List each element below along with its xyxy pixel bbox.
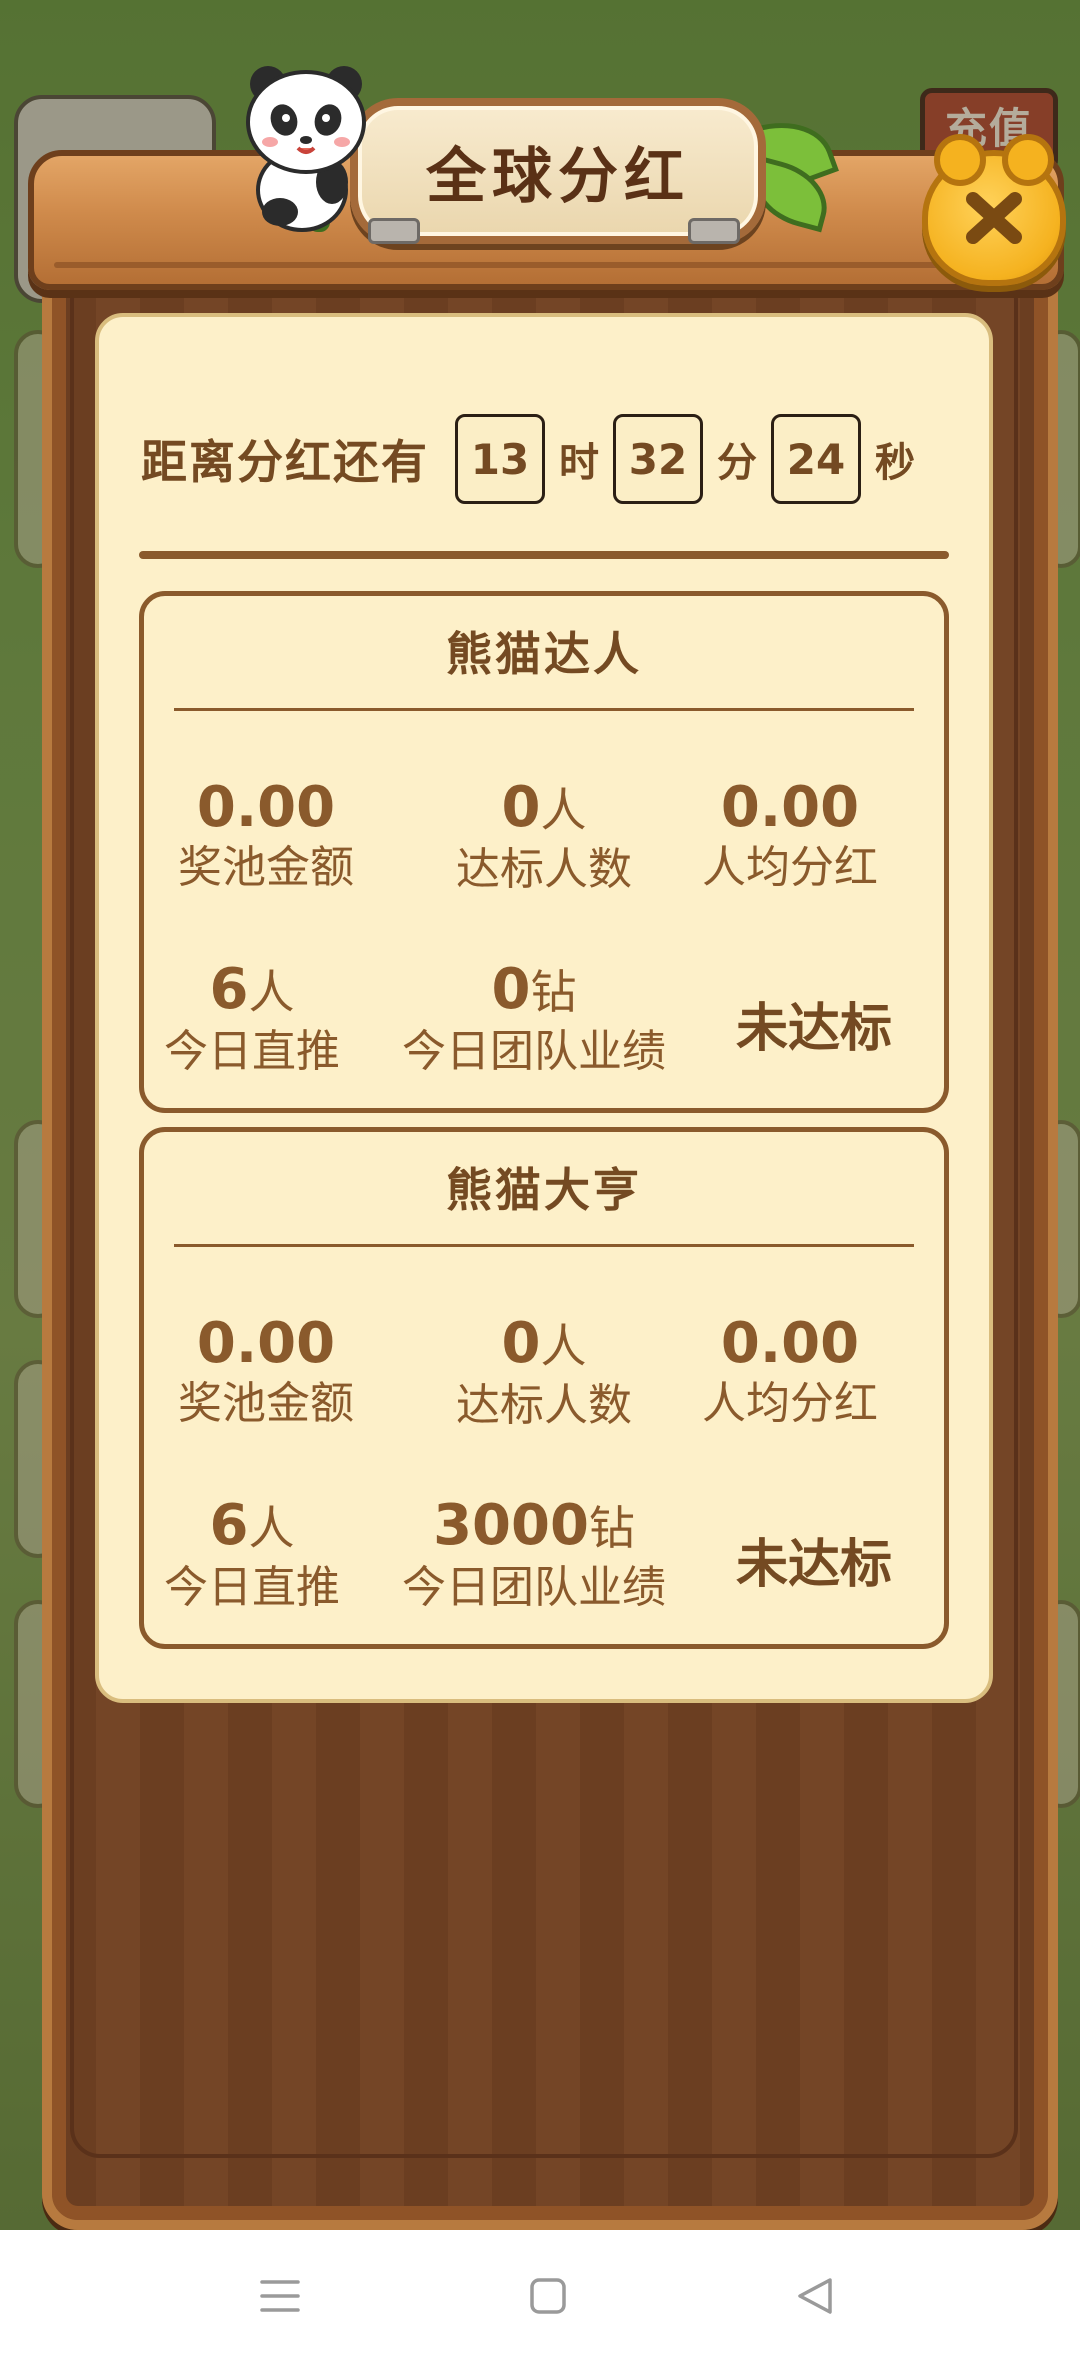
per-person-stat: 0.00 人均分红 <box>660 776 920 896</box>
team-performance-stat: 0钻 今日团队业绩 <box>389 958 679 1080</box>
countdown-label: 距离分红还有 <box>141 435 429 489</box>
qualified-count-label: 达标人数 <box>456 844 632 895</box>
direct-push-label: 今日直推 <box>164 1026 340 1077</box>
qualified-count-value: 0人 <box>501 775 587 840</box>
nav-home-button[interactable] <box>488 2230 608 2362</box>
qualified-count-stat: 0人 达标人数 <box>414 1312 674 1434</box>
hours-unit: 时 <box>559 440 599 486</box>
team-performance-label: 今日团队业绩 <box>402 1026 666 1077</box>
tier-panel-panda-tycoon: 熊猫大亨 0.00 奖池金额 0人 达标人数 0.00 人均分红 6人 今日直推… <box>139 1127 949 1649</box>
countdown-seconds: 24 <box>771 414 861 504</box>
modal-title: 全球分红 <box>426 141 690 212</box>
qualification-status: 未达标 <box>735 999 892 1059</box>
square-home-icon <box>530 2278 566 2314</box>
pool-amount-value: 0.00 <box>196 1311 336 1376</box>
close-button-ear <box>1002 134 1054 186</box>
pool-amount-stat: 0.00 奖池金额 <box>136 776 396 896</box>
close-x-icon <box>966 192 1022 244</box>
direct-push-stat: 6人 今日直推 <box>122 958 382 1080</box>
countdown-row: 距离分红还有 13 时 32 分 24 秒 <box>141 413 929 505</box>
per-person-value: 0.00 <box>720 1311 860 1376</box>
panda-mascot-icon <box>246 66 366 232</box>
menu-lines-icon <box>260 2280 300 2312</box>
tier-title-divider <box>174 708 914 711</box>
direct-push-label: 今日直推 <box>164 1562 340 1613</box>
qualified-count-value: 0人 <box>501 1311 587 1376</box>
pool-amount-label: 奖池金额 <box>178 1378 354 1429</box>
team-performance-value: 0钻 <box>491 957 577 1022</box>
direct-push-value: 6人 <box>209 957 295 1022</box>
qualified-count-stat: 0人 达标人数 <box>414 776 674 898</box>
tier-title: 熊猫大亨 <box>446 1163 642 1217</box>
tier-title-divider <box>174 1244 914 1247</box>
per-person-value: 0.00 <box>720 775 860 840</box>
per-person-label: 人均分红 <box>702 1378 878 1429</box>
per-person-stat: 0.00 人均分红 <box>660 1312 920 1432</box>
team-performance-stat: 3000钻 今日团队业绩 <box>389 1494 679 1616</box>
countdown-minutes: 32 <box>613 414 703 504</box>
per-person-label: 人均分红 <box>702 842 878 893</box>
qualified-count-label: 达标人数 <box>456 1380 632 1431</box>
section-divider <box>139 551 949 559</box>
qualification-status: 未达标 <box>735 1535 892 1595</box>
pool-amount-value: 0.00 <box>196 775 336 840</box>
dividend-card: 距离分红还有 13 时 32 分 24 秒 熊猫达人 0.00 奖池金额 0人 … <box>95 313 993 1703</box>
sign-clip <box>688 218 740 244</box>
minutes-unit: 分 <box>717 440 757 486</box>
team-performance-value: 3000钻 <box>433 1493 635 1558</box>
seconds-unit: 秒 <box>875 440 915 486</box>
tier-title: 熊猫达人 <box>446 627 642 681</box>
direct-push-stat: 6人 今日直推 <box>122 1494 382 1616</box>
pool-amount-stat: 0.00 奖池金额 <box>136 1312 396 1432</box>
pool-amount-label: 奖池金额 <box>178 842 354 893</box>
nav-menu-button[interactable] <box>220 2230 340 2362</box>
countdown-hours: 13 <box>455 414 545 504</box>
triangle-back-icon <box>798 2278 832 2314</box>
tier-panel-panda-expert: 熊猫达人 0.00 奖池金额 0人 达标人数 0.00 人均分红 6人 今日直推… <box>139 591 949 1113</box>
close-button-ear <box>934 134 986 186</box>
system-nav-bar <box>0 2230 1080 2362</box>
direct-push-value: 6人 <box>209 1493 295 1558</box>
team-performance-label: 今日团队业绩 <box>402 1562 666 1613</box>
close-button[interactable] <box>922 134 1066 286</box>
nav-back-button[interactable] <box>754 2230 874 2362</box>
